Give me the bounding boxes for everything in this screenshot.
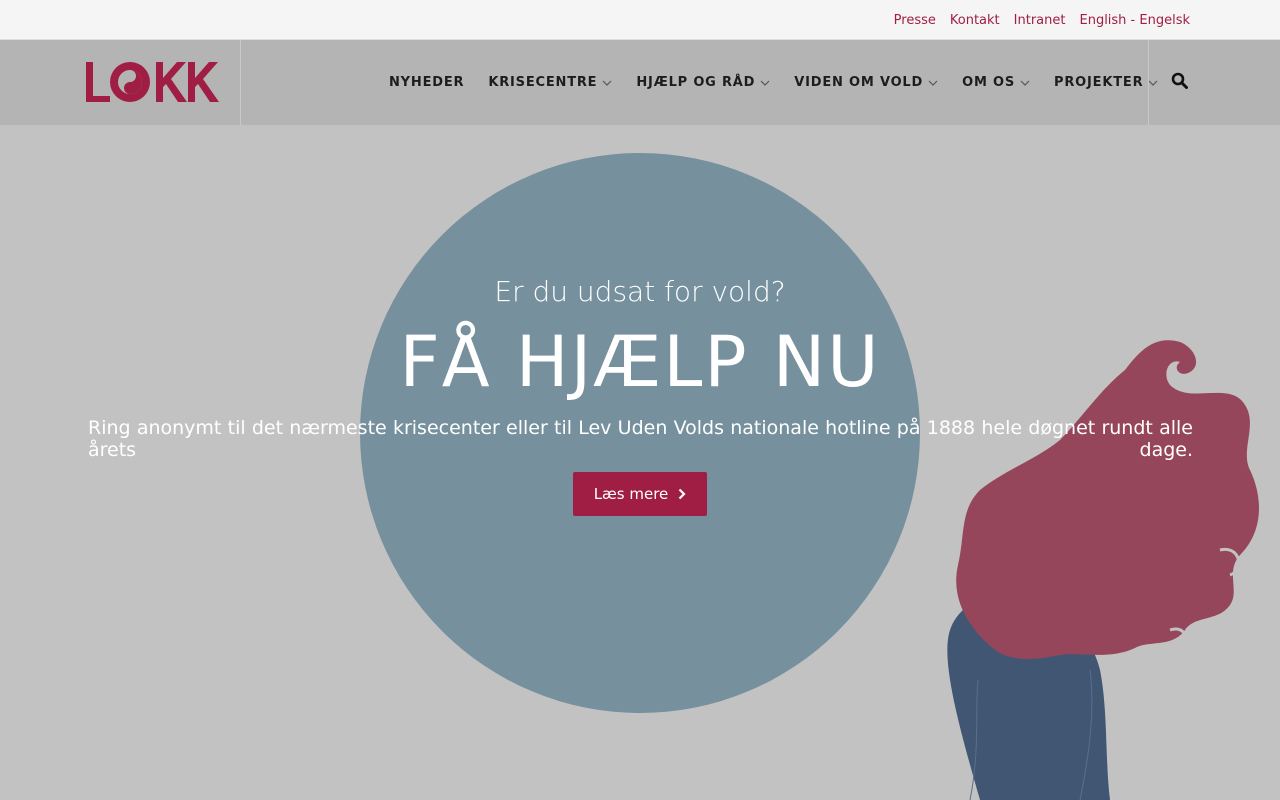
- intranet-link[interactable]: Intranet: [1014, 13, 1066, 28]
- hero-pretitle: Er du udsat for vold?: [494, 275, 786, 308]
- nav-label: PROJEKTER: [1054, 75, 1144, 90]
- cta-label: Læs mere: [593, 485, 669, 503]
- hero-text: Ring anonymt til det nærmeste krisecente…: [88, 417, 1193, 461]
- logo-cell: [0, 40, 241, 125]
- nav-item-viden-om-vold[interactable]: VIDEN OM VOLD: [782, 40, 950, 125]
- chevron-right-icon: [679, 488, 686, 500]
- chevron-down-icon: [760, 80, 770, 86]
- main-nav: NYHEDER KRISECENTRE HJÆLP OG RÅD VIDEN O…: [377, 40, 1170, 125]
- presse-link[interactable]: Presse: [894, 13, 936, 28]
- laes-mere-button[interactable]: Læs mere: [573, 472, 707, 516]
- utility-links: Presse Kontakt Intranet English - Engels…: [894, 0, 1190, 40]
- nav-label: KRISECENTRE: [488, 75, 598, 90]
- chevron-down-icon: [1020, 80, 1030, 86]
- site-header: NYHEDER KRISECENTRE HJÆLP OG RÅD VIDEN O…: [0, 40, 1280, 125]
- search-cell: [1148, 40, 1280, 125]
- search-icon[interactable]: [1171, 72, 1189, 90]
- nav-label: NYHEDER: [389, 75, 465, 90]
- hero-section: Er du udsat for vold? FÅ HJÆLP NU Ring a…: [0, 125, 1280, 800]
- chevron-down-icon: [928, 80, 938, 86]
- nav-item-om-os[interactable]: OM OS: [950, 40, 1042, 125]
- nav-item-krisecentre[interactable]: KRISECENTRE: [476, 40, 624, 125]
- nav-label: VIDEN OM VOLD: [794, 75, 924, 90]
- kontakt-link[interactable]: Kontakt: [950, 13, 1000, 28]
- nav-label: HJÆLP OG RÅD: [636, 75, 756, 90]
- lokk-logo[interactable]: [84, 60, 224, 104]
- nav-item-nyheder[interactable]: NYHEDER: [377, 40, 476, 125]
- nav-label: OM OS: [962, 75, 1016, 90]
- nav-item-hjaelp-og-raad[interactable]: HJÆLP OG RÅD: [624, 40, 782, 125]
- english-link[interactable]: English - Engelsk: [1079, 13, 1190, 28]
- chevron-down-icon: [602, 80, 612, 86]
- utility-bar: Presse Kontakt Intranet English - Engels…: [0, 0, 1280, 40]
- hero-title: FÅ HJÆLP NU: [399, 321, 881, 403]
